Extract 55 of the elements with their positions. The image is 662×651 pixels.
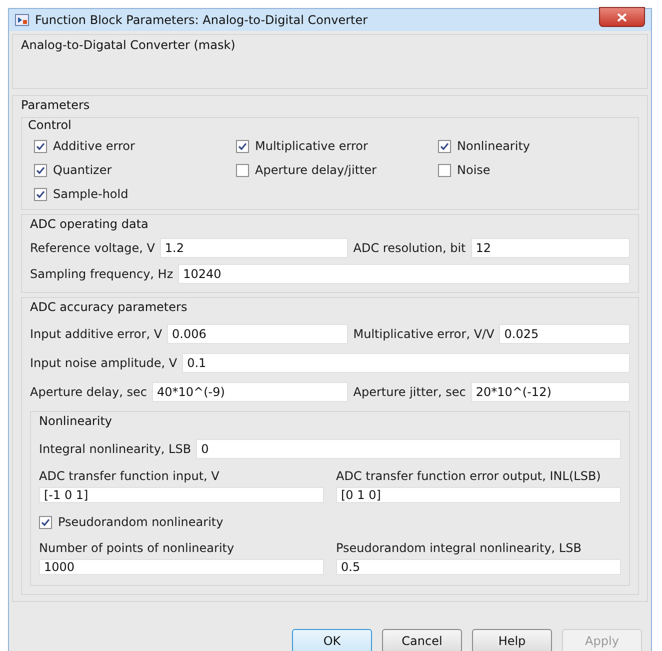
input-field[interactable]: 0 xyxy=(196,439,621,459)
input-field[interactable]: 0.1 xyxy=(182,353,630,373)
input-field[interactable]: 1.2 xyxy=(160,238,348,258)
field-label: Reference voltage, V xyxy=(30,241,155,255)
field-label: Aperture jitter, sec xyxy=(353,385,466,399)
input-field[interactable]: 12 xyxy=(470,238,630,258)
section-title: ADC accuracy parameters xyxy=(30,300,188,314)
input-field[interactable]: 1000 xyxy=(39,559,324,575)
checkbox-label: Pseudorandom nonlinearity xyxy=(58,515,224,529)
checkbox-label: Noise xyxy=(457,163,490,177)
input-field[interactable]: 10240 xyxy=(178,264,630,284)
checkbox-label: Nonlinearity xyxy=(457,139,530,153)
field-label: Aperture delay, sec xyxy=(30,385,147,399)
field-label: Sampling frequency, Hz xyxy=(30,267,174,281)
checkbox[interactable] xyxy=(438,164,451,176)
field-label: Multiplicative error, V/V xyxy=(353,327,494,341)
section-title: Parameters xyxy=(21,98,91,112)
checkbox[interactable] xyxy=(34,140,47,152)
field-label: Input additive error, V xyxy=(30,327,162,341)
field-label: Integral nonlinearity, LSB xyxy=(39,442,192,456)
dialog-button[interactable]: Cancel xyxy=(382,629,462,651)
dialog-button[interactable]: OK xyxy=(292,629,372,651)
input-field[interactable]: 0.025 xyxy=(499,324,630,344)
dialog-button[interactable]: Help xyxy=(472,629,552,651)
checkbox[interactable] xyxy=(438,140,451,152)
app-icon xyxy=(15,14,29,26)
field-label: Pseudorandom integral nonlinearity, LSB xyxy=(336,541,582,555)
input-field[interactable]: [0 1 0] xyxy=(336,487,621,503)
field-label: ADC transfer function error output, INL(LSB) xyxy=(336,469,602,483)
checkbox[interactable] xyxy=(34,164,47,176)
window-title: Function Block Parameters: Analog-to-Digital Converter xyxy=(35,13,368,27)
input-field[interactable]: 40*10^(-9) xyxy=(152,382,348,402)
input-field[interactable]: 0.5 xyxy=(336,559,621,575)
input-field[interactable]: 0.006 xyxy=(167,324,348,344)
checkbox[interactable] xyxy=(34,188,47,200)
checkbox[interactable] xyxy=(236,140,249,152)
input-field[interactable]: 20*10^(-12) xyxy=(470,382,630,402)
checkbox[interactable] xyxy=(236,164,249,176)
checkbox-label: Quantizer xyxy=(53,163,112,177)
checkbox-label: Additive error xyxy=(53,139,135,153)
section-title: ADC operating data xyxy=(30,217,150,231)
checkbox-label: Aperture delay/jitter xyxy=(255,163,377,177)
mask-title: Analog-to-Digatal Converter (mask) xyxy=(21,38,236,52)
section-title: Nonlinearity xyxy=(39,414,114,428)
checkbox-label: Sample-hold xyxy=(53,187,128,201)
input-field[interactable]: [-1 0 1] xyxy=(39,487,324,503)
field-label: ADC transfer function input, V xyxy=(39,469,220,483)
close-icon xyxy=(617,12,627,22)
checkbox[interactable] xyxy=(39,516,52,528)
checkbox-label: Multiplicative error xyxy=(255,139,368,153)
field-label: Number of points of nonlinearity xyxy=(39,541,236,555)
section-title: Control xyxy=(28,118,72,132)
field-label: ADC resolution, bit xyxy=(353,241,466,255)
field-label: Input noise amplitude, V xyxy=(30,356,178,370)
close-button[interactable] xyxy=(599,7,645,27)
